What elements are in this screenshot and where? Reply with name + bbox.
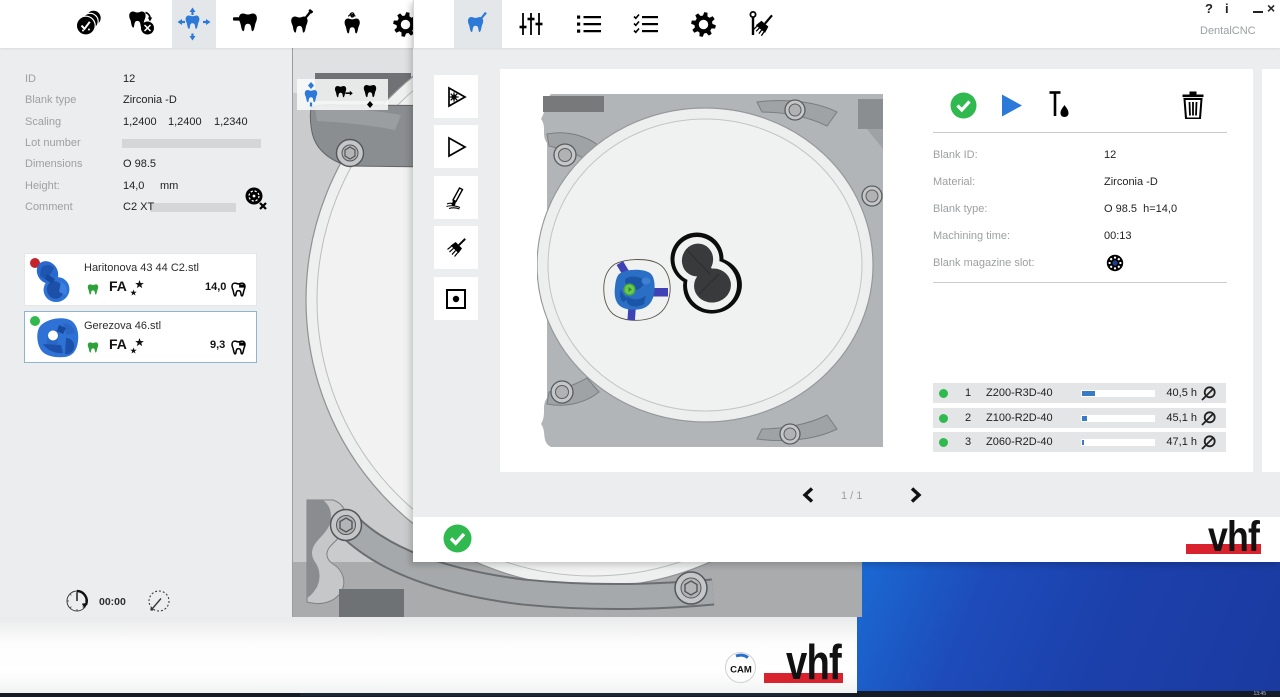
svg-text:CAM: CAM	[730, 665, 752, 676]
